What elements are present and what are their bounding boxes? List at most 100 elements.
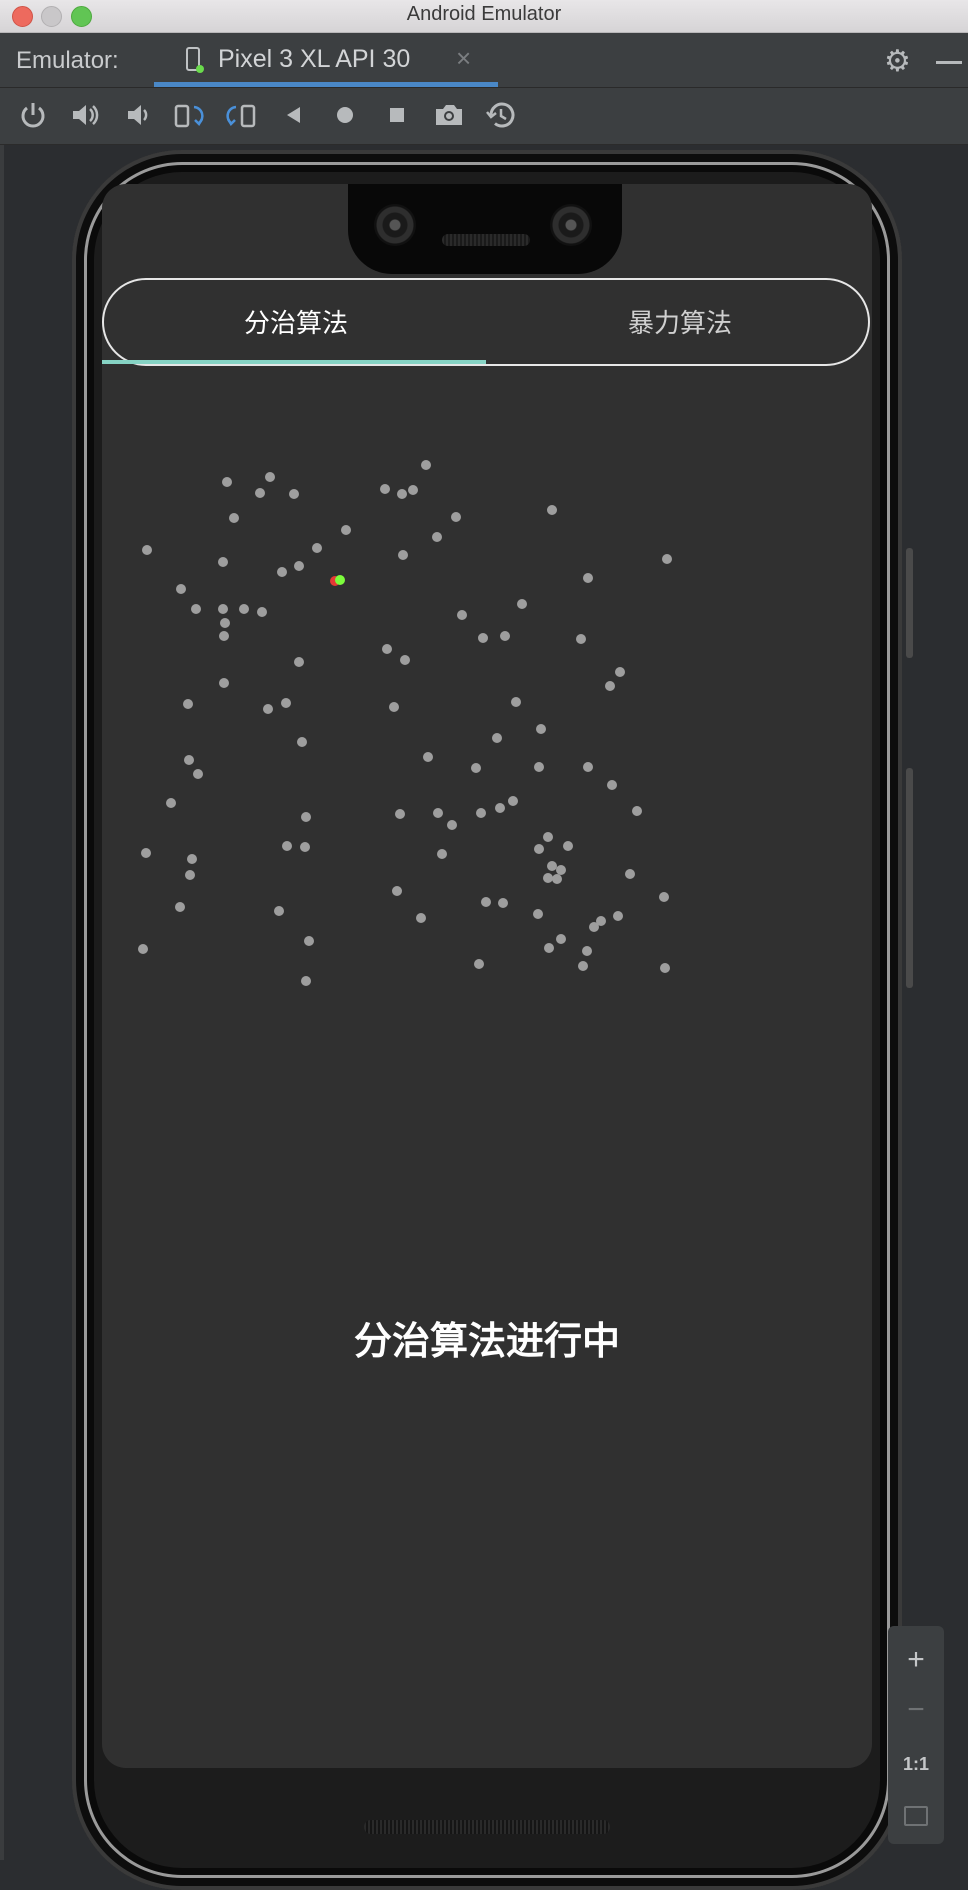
bottom-speaker	[364, 1820, 610, 1834]
data-point	[398, 550, 408, 560]
data-point	[416, 913, 426, 923]
data-point	[222, 477, 232, 487]
window-title-bar: Android Emulator	[0, 0, 968, 33]
emulator-label: Emulator:	[16, 47, 119, 74]
data-point	[432, 532, 442, 542]
data-point	[380, 484, 390, 494]
back-icon[interactable]	[276, 98, 310, 132]
fit-screen-icon[interactable]	[904, 1806, 928, 1826]
data-point	[492, 733, 502, 743]
data-point	[556, 934, 566, 944]
data-point	[457, 610, 467, 620]
data-point	[437, 849, 447, 859]
data-point	[289, 489, 299, 499]
rotate-left-icon[interactable]	[172, 98, 206, 132]
overview-icon[interactable]	[380, 98, 414, 132]
volume-up-icon[interactable]	[68, 98, 102, 132]
data-point	[583, 573, 593, 583]
data-point	[583, 762, 593, 772]
data-point	[607, 780, 617, 790]
data-point	[433, 808, 443, 818]
emulator-toolbar	[0, 88, 968, 145]
data-point	[660, 963, 670, 973]
data-point	[341, 525, 351, 535]
zoom-panel: + − 1:1	[888, 1626, 944, 1844]
data-point	[389, 702, 399, 712]
data-point	[615, 667, 625, 677]
data-point	[400, 655, 410, 665]
volume-down-icon[interactable]	[120, 98, 154, 132]
data-point	[613, 911, 623, 921]
home-icon[interactable]	[328, 98, 362, 132]
data-point	[517, 599, 527, 609]
gear-icon[interactable]: ⚙	[884, 44, 911, 79]
data-point	[176, 584, 186, 594]
hide-panel-icon[interactable]	[936, 61, 962, 64]
camera-notch	[348, 184, 622, 274]
status-text: 分治算法进行中	[353, 1321, 620, 1363]
device-tab[interactable]: Pixel 3 XL API 30 ×	[154, 33, 498, 87]
data-point	[500, 631, 510, 641]
data-point	[219, 631, 229, 641]
data-point	[605, 681, 615, 691]
data-point	[193, 769, 203, 779]
data-point	[659, 892, 669, 902]
data-point	[476, 808, 486, 818]
data-point	[474, 959, 484, 969]
data-point	[576, 634, 586, 644]
data-point	[471, 763, 481, 773]
data-point	[183, 699, 193, 709]
data-point	[265, 472, 275, 482]
data-point	[184, 755, 194, 765]
data-point	[263, 704, 273, 714]
data-point	[300, 842, 310, 852]
data-point	[478, 633, 488, 643]
data-point	[578, 961, 588, 971]
data-point	[543, 832, 553, 842]
device-phone-icon	[186, 47, 204, 73]
camera-icon[interactable]	[432, 98, 466, 132]
data-point	[447, 820, 457, 830]
snapshot-icon[interactable]	[484, 98, 518, 132]
data-point	[281, 698, 291, 708]
data-point	[382, 644, 392, 654]
closest-pair-point	[335, 575, 345, 585]
data-point	[175, 902, 185, 912]
data-point	[277, 567, 287, 577]
data-point	[187, 854, 197, 864]
data-point	[312, 543, 322, 553]
device-screen: 分治算法 暴力算法 分治算法进行中	[102, 184, 872, 1768]
rotate-right-icon[interactable]	[224, 98, 258, 132]
data-point	[301, 976, 311, 986]
earpiece-speaker	[442, 234, 530, 246]
data-point	[556, 865, 566, 875]
zoom-in-button[interactable]: +	[888, 1634, 944, 1686]
data-point	[534, 762, 544, 772]
actual-size-button[interactable]: 1:1	[888, 1738, 944, 1790]
emulator-header: Emulator: Pixel 3 XL API 30 × ⚙	[0, 33, 968, 88]
data-point	[257, 607, 267, 617]
data-point	[191, 604, 201, 614]
data-point	[632, 806, 642, 816]
data-point	[495, 803, 505, 813]
close-tab-icon[interactable]: ×	[456, 43, 471, 74]
data-point	[218, 557, 228, 567]
data-point	[408, 485, 418, 495]
points-canvas	[138, 460, 672, 986]
power-icon[interactable]	[16, 98, 50, 132]
data-point	[239, 604, 249, 614]
data-point	[229, 513, 239, 523]
window-title: Android Emulator	[406, 3, 562, 25]
data-point	[297, 737, 307, 747]
device-tab-label: Pixel 3 XL API 30	[218, 45, 411, 73]
data-point	[534, 844, 544, 854]
data-point	[282, 841, 292, 851]
data-point	[547, 861, 557, 871]
data-point	[498, 898, 508, 908]
data-point	[543, 873, 553, 883]
data-point	[552, 874, 562, 884]
zoom-out-button[interactable]: −	[888, 1684, 944, 1736]
data-point	[218, 604, 228, 614]
data-point	[625, 869, 635, 879]
data-point	[142, 545, 152, 555]
